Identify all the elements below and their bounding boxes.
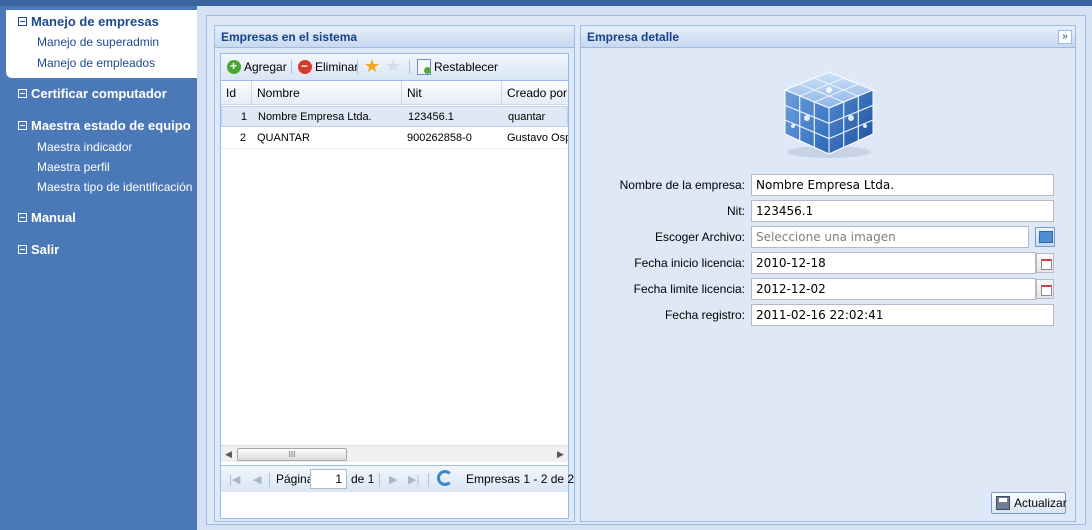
grid-header: Id Nombre Nit Creado por (221, 81, 568, 105)
prev-page-icon[interactable]: ◀ (253, 473, 261, 486)
table-row[interactable]: 1 Nombre Empresa Ltda. 123456.1 quantar (221, 106, 568, 127)
sidebar-group-maestra-estado[interactable]: Maestra estado de equipo (18, 118, 191, 133)
registration-date-label: Fecha registro: (664, 308, 745, 322)
sidebar-group-label: Manual (31, 210, 76, 225)
sidebar-group-label: Maestra estado de equipo (31, 118, 191, 133)
company-logo-cube (777, 68, 881, 160)
cell-nit: 900262858-0 (407, 132, 472, 144)
add-icon (227, 58, 241, 74)
license-end-field[interactable]: 2012-12-02 (751, 278, 1036, 300)
delete-label: Eliminar (315, 60, 359, 74)
sidebar-item-empleados[interactable]: Manejo de empleados (37, 56, 155, 70)
companies-grid-panel: Empresas en el sistema Agregar Eliminar … (214, 25, 575, 522)
page-label: Página (276, 472, 314, 486)
registration-date-field[interactable]: 2011-02-16 22:02:41 (751, 304, 1054, 326)
column-header-id[interactable]: Id (221, 81, 252, 105)
star-filled-icon[interactable]: ★ (364, 56, 380, 76)
collapse-icon (18, 245, 27, 254)
first-page-icon[interactable]: |◀ (229, 473, 240, 486)
pager-summary: Empresas 1 - 2 de 2 (466, 472, 575, 486)
company-name-label: Nombre de la empresa: (619, 178, 745, 192)
refresh-icon[interactable] (437, 470, 453, 486)
toolbar-separator (291, 60, 292, 74)
panel-title: Empresas en el sistema (215, 26, 574, 48)
sidebar: Manejo de empresas Manejo de superadmin … (0, 6, 197, 530)
sidebar-item-indicador[interactable]: Maestra indicador (37, 140, 132, 154)
reset-button[interactable]: Restablecer (417, 59, 498, 75)
collapse-icon (18, 121, 27, 130)
sidebar-group-salir[interactable]: Salir (18, 242, 59, 257)
pager-separator (379, 473, 380, 487)
cell-nombre: QUANTAR (257, 132, 310, 144)
save-disk-icon (996, 496, 1010, 510)
file-chooser-label: Escoger Archivo: (654, 230, 745, 244)
cell-creado-por: quantar (508, 111, 546, 123)
page-count-label: de 1 (351, 472, 375, 486)
star-empty-icon[interactable]: ★ (385, 56, 401, 76)
delete-icon (298, 58, 312, 74)
reset-label: Restablecer (434, 60, 499, 74)
toolbar-separator (409, 60, 410, 74)
table-row[interactable]: 2 QUANTAR 900262858-0 Gustavo Osp (221, 128, 568, 149)
scrollbar-thumb[interactable]: III (237, 448, 347, 461)
calendar-icon[interactable] (1036, 279, 1054, 299)
company-name-field[interactable]: Nombre Empresa Ltda. (751, 174, 1054, 196)
column-header-creado-por[interactable]: Creado por (502, 81, 568, 105)
cell-nombre: Nombre Empresa Ltda. (258, 111, 372, 123)
update-label: Actualizar (1014, 496, 1067, 510)
cell-creado-por: Gustavo Osp (507, 132, 568, 144)
cell-id: 2 (239, 132, 246, 144)
sidebar-group-label: Salir (31, 242, 60, 257)
last-page-icon[interactable]: ▶| (408, 473, 419, 486)
license-start-field[interactable]: 2010-12-18 (751, 252, 1036, 274)
cell-nit: 123456.1 (408, 111, 454, 123)
pager-separator (269, 473, 270, 487)
grid-pager: |◀ ◀ Página 1 de 1 ▶ ▶| Empresas 1 - 2 d… (221, 465, 574, 492)
nit-label: Nit: (727, 204, 745, 218)
license-start-label: Fecha inicio licencia: (634, 256, 745, 270)
delete-button[interactable]: Eliminar (298, 58, 359, 75)
companies-grid: Agregar Eliminar ★ ★ Restablecer Id Nomb… (220, 53, 574, 519)
nit-field[interactable]: 123456.1 (751, 200, 1054, 222)
update-button[interactable]: Actualizar (991, 492, 1067, 514)
reset-icon (417, 59, 431, 75)
add-label: Agregar (244, 60, 287, 74)
collapse-icon (18, 89, 27, 98)
sidebar-item-tipo-identificacion[interactable]: Maestra tipo de identificación (37, 180, 192, 194)
panel-title: Empresa detalle (581, 26, 1075, 48)
scroll-right-icon[interactable]: ▶ (557, 449, 564, 460)
sidebar-group-certificar[interactable]: Certificar computador (18, 86, 167, 101)
sidebar-group-label: Certificar computador (31, 86, 167, 101)
page-number-input[interactable]: 1 (310, 469, 347, 489)
sidebar-group-manual[interactable]: Manual (18, 210, 76, 225)
collapse-panel-button[interactable]: » (1058, 30, 1072, 44)
cell-id: 1 (240, 111, 247, 123)
collapse-icon (18, 213, 27, 222)
toolbar-separator (357, 60, 358, 74)
license-end-label: Fecha limite licencia: (633, 282, 745, 296)
pager-separator (428, 473, 429, 487)
sidebar-group-label: Manejo de empresas (31, 14, 159, 29)
file-chooser-field[interactable]: Seleccione una imagen (751, 226, 1029, 248)
scroll-left-icon[interactable]: ◀ (225, 449, 232, 460)
collapse-icon (18, 17, 27, 26)
company-detail-panel: Empresa detalle » Nombre de la empresa: … (580, 25, 1076, 522)
next-page-icon[interactable]: ▶ (389, 473, 397, 486)
horizontal-scrollbar[interactable]: ◀ III ▶ (221, 445, 568, 462)
grid-toolbar: Agregar Eliminar ★ ★ Restablecer (221, 54, 568, 81)
sidebar-group-manejo-empresas[interactable]: Manejo de empresas (18, 14, 159, 29)
browse-image-icon[interactable] (1035, 227, 1055, 247)
calendar-icon[interactable] (1036, 253, 1054, 273)
add-button[interactable]: Agregar (227, 58, 287, 75)
sidebar-item-perfil[interactable]: Maestra perfil (37, 160, 110, 174)
sidebar-item-superadmin[interactable]: Manejo de superadmin (37, 35, 159, 49)
column-header-nombre[interactable]: Nombre (252, 81, 402, 105)
column-header-nit[interactable]: Nit (402, 81, 502, 105)
